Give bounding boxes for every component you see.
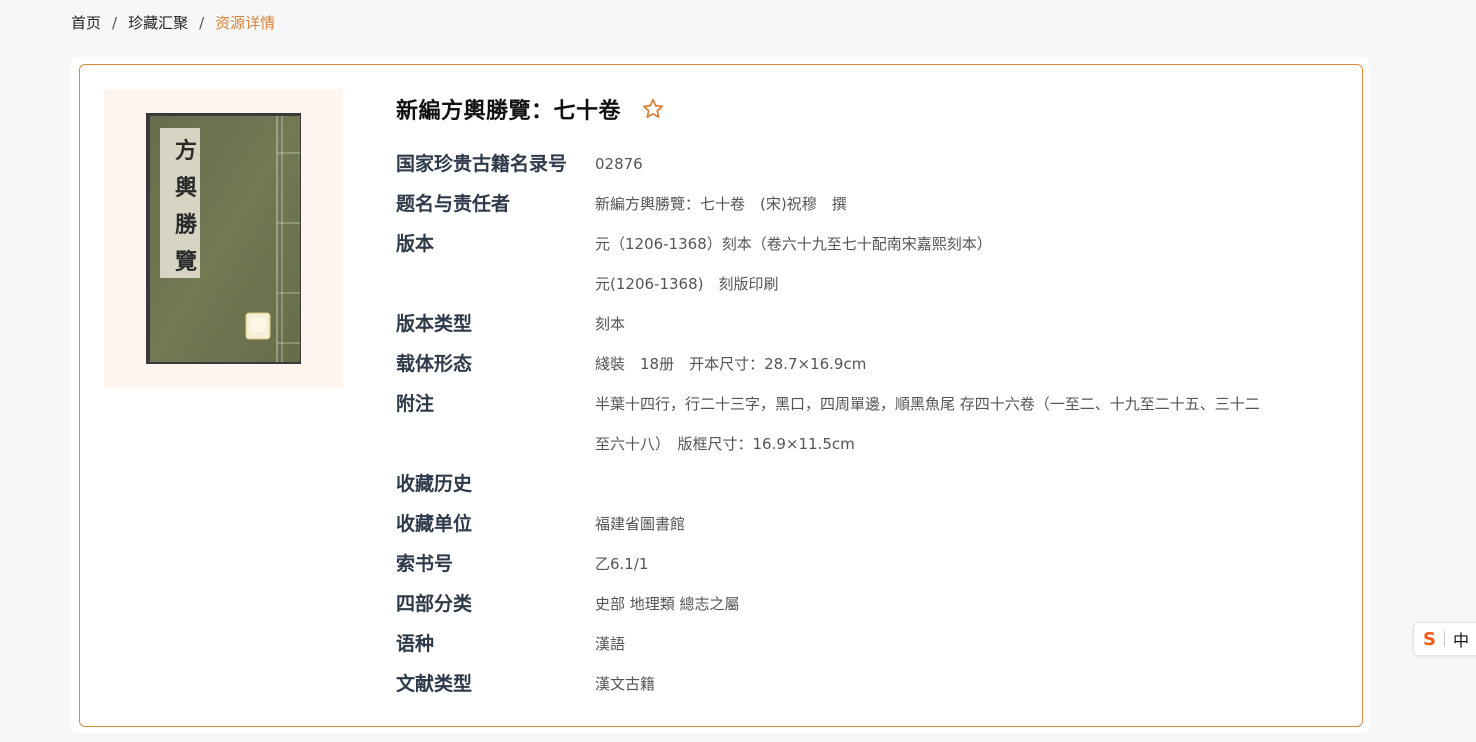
field-value-line: 半葉十四行，行二十三字，黑口，四周單邊，順黑魚尾 存四十六卷（一至二、十九至二十… [595, 395, 1260, 413]
field-value: 漢語 [595, 624, 1326, 664]
field-label: 版本 [396, 233, 435, 255]
breadcrumb-separator: / [199, 13, 205, 32]
star-outline-icon[interactable] [641, 97, 665, 121]
field-label: 国家珍贵古籍名录号 [396, 153, 568, 175]
field-label: 索书号 [396, 553, 454, 575]
field-value-line: 至六十八） 版框尺寸：16.9×11.5cm [595, 435, 855, 453]
field-value: 02876 [595, 144, 1326, 184]
field-value: 漢文古籍 [595, 664, 1326, 704]
field-value-line: 綫裝 18册 开本尺寸：28.7×16.9cm [595, 355, 867, 373]
breadcrumb-home[interactable]: 首页 [71, 12, 101, 33]
field-label: 版本类型 [396, 313, 473, 335]
cover-char: 勝 [174, 212, 197, 238]
field-label: 题名与责任者 [396, 193, 511, 215]
field-value-line: 乙6.1/1 [595, 555, 649, 573]
cover-char: 方 [174, 138, 197, 164]
field-row-language: 语种 漢語 [396, 624, 1326, 664]
metadata-fields: 国家珍贵古籍名录号 02876 题名与责任者 新編方輿勝覽：七十卷 (宋)祝穆 … [396, 144, 1326, 704]
title-row: 新編方輿勝覽：七十卷 [396, 93, 665, 125]
field-value: 乙6.1/1 [595, 544, 1326, 584]
cover-char: 覽 [174, 249, 197, 275]
breadcrumb-collection[interactable]: 珍藏汇聚 [128, 12, 188, 33]
field-value-line: 漢語 [595, 635, 626, 653]
field-value: 元（1206-1368）刻本（卷六十九至七十配南宋嘉熙刻本） 元(1206-13… [595, 224, 1326, 304]
field-value: 新編方輿勝覽：七十卷 (宋)祝穆 撰 [595, 184, 1326, 224]
field-row-physical-form: 载体形态 綫裝 18册 开本尺寸：28.7×16.9cm [396, 344, 1326, 384]
field-value: 刻本 [595, 304, 1326, 344]
field-row-document-type: 文献类型 漢文古籍 [396, 664, 1326, 704]
field-label: 语种 [396, 633, 435, 655]
sogou-logo-icon[interactable]: S [1423, 629, 1436, 650]
field-label: 收藏历史 [396, 473, 473, 495]
field-value-line: 漢文古籍 [595, 675, 656, 693]
field-value-line: 福建省圖書館 [595, 515, 686, 533]
field-row-collection-history: 收藏历史 [396, 464, 1326, 504]
field-value: 綫裝 18册 开本尺寸：28.7×16.9cm [595, 344, 1326, 384]
cover-image-frame [104, 89, 343, 388]
field-value: 福建省圖書館 [595, 504, 1326, 544]
field-label: 载体形态 [396, 353, 473, 375]
field-row-title-author: 题名与责任者 新編方輿勝覽：七十卷 (宋)祝穆 撰 [396, 184, 1326, 224]
field-value-line: 刻本 [595, 315, 626, 333]
ime-mode-toggle[interactable]: 中 [1453, 627, 1469, 651]
field-label: 附注 [396, 393, 435, 415]
book-title: 新編方輿勝覽：七十卷 [396, 99, 622, 124]
breadcrumb: 首页 / 珍藏汇聚 / 资源详情 [71, 12, 275, 33]
field-row-holding-institution: 收藏单位 福建省圖書館 [396, 504, 1326, 544]
breadcrumb-current: 资源详情 [215, 14, 276, 32]
field-label: 文献类型 [396, 673, 473, 695]
field-value: 史部 地理類 總志之屬 [595, 584, 1326, 624]
field-label: 收藏单位 [396, 513, 473, 535]
field-value: 半葉十四行，行二十三字，黑口，四周單邊，順黑魚尾 存四十六卷（一至二、十九至二十… [595, 384, 1326, 464]
field-row-catalog-number: 国家珍贵古籍名录号 02876 [396, 144, 1326, 184]
field-row-edition: 版本 元（1206-1368）刻本（卷六十九至七十配南宋嘉熙刻本） 元(1206… [396, 224, 1326, 304]
field-value-line: 元（1206-1368）刻本（卷六十九至七十配南宋嘉熙刻本） [595, 235, 992, 253]
field-value-line: 史部 地理類 總志之屬 [595, 595, 740, 613]
ime-divider [1443, 631, 1445, 647]
field-row-classification: 四部分类 史部 地理類 總志之屬 [396, 584, 1326, 624]
breadcrumb-separator: / [112, 13, 118, 32]
cover-char: 輿 [174, 175, 197, 201]
field-row-call-number: 索书号 乙6.1/1 [396, 544, 1326, 584]
field-value-line: 02876 [595, 155, 643, 173]
resource-detail-card: 方 輿 勝 覽 新編方輿勝覽：七十卷 国家珍贵古籍名录号 02876 题名与责任… [79, 64, 1363, 727]
field-label: 四部分类 [396, 593, 473, 615]
cover-label-text: 方 輿 勝 覽 [166, 133, 206, 281]
field-value-line: 元(1206-1368) 刻版印刷 [595, 275, 779, 293]
field-value-line: 新編方輿勝覽：七十卷 (宋)祝穆 撰 [595, 195, 847, 213]
field-row-notes: 附注 半葉十四行，行二十三字，黑口，四周單邊，順黑魚尾 存四十六卷（一至二、十九… [396, 384, 1326, 464]
field-row-edition-type: 版本类型 刻本 [396, 304, 1326, 344]
ime-toolbar[interactable]: S 中 [1413, 622, 1476, 656]
